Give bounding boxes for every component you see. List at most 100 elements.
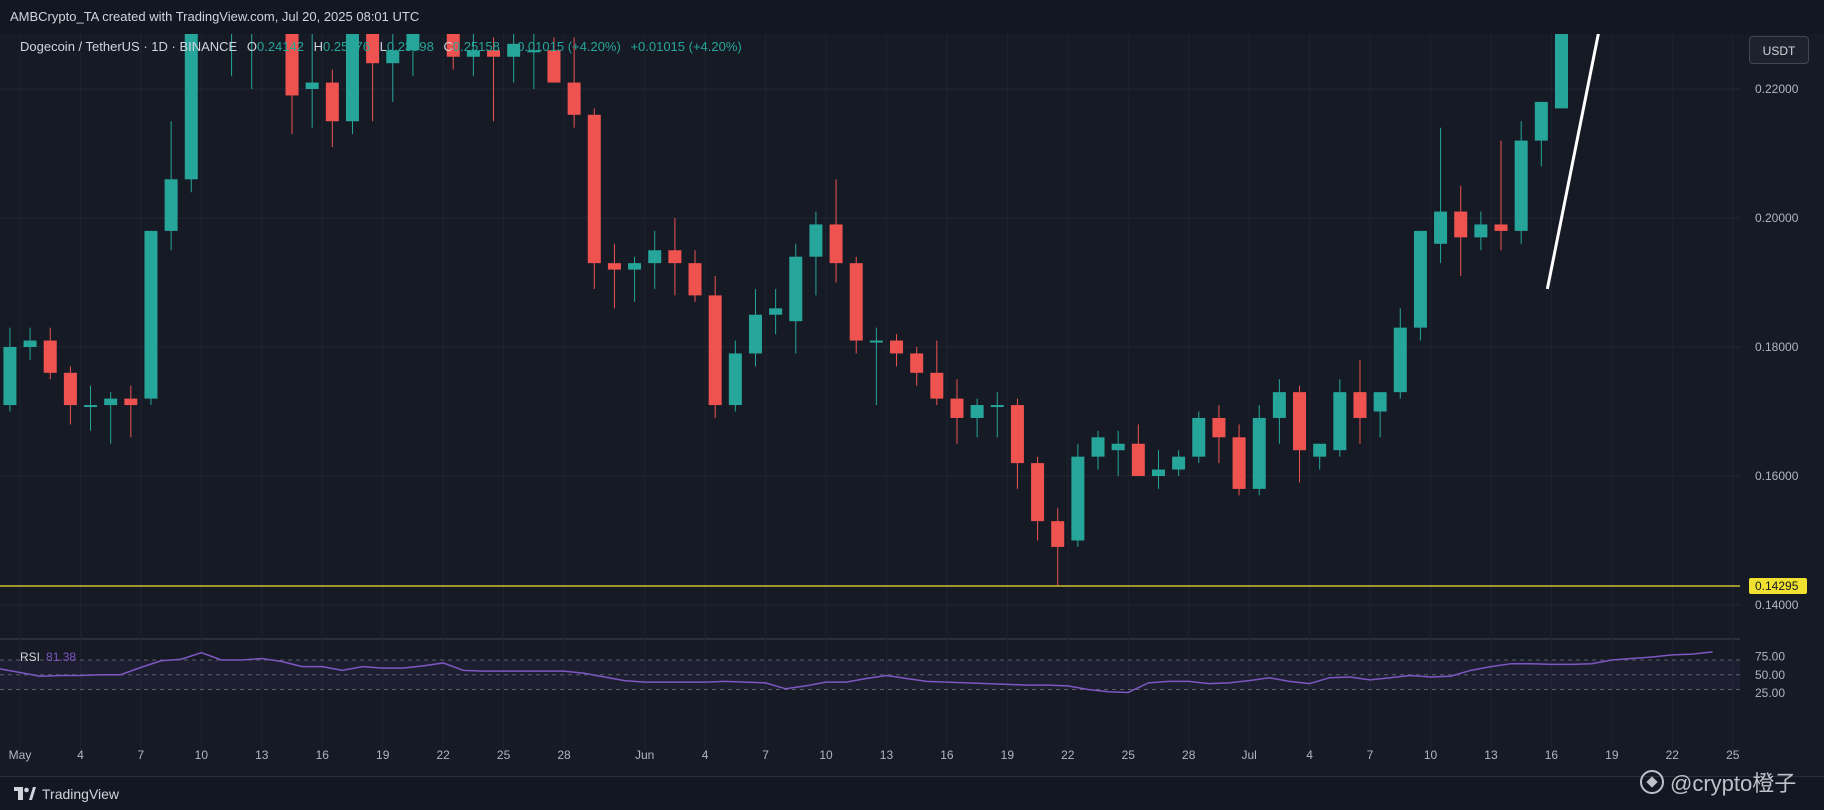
candle-body <box>1514 140 1528 231</box>
low-label: L <box>379 39 387 54</box>
tradingview-label: TradingView <box>42 786 120 802</box>
price-tick-label: 0.20000 <box>1755 211 1799 225</box>
time-tick-label: 25 <box>497 748 511 762</box>
time-tick-label: 10 <box>819 748 833 762</box>
candle-body <box>567 82 581 115</box>
candle-body <box>688 263 702 296</box>
time-tick-label: 4 <box>1306 748 1313 762</box>
time-tick-label: 22 <box>1061 748 1075 762</box>
candle-body <box>1494 224 1508 231</box>
candle-body <box>607 263 621 270</box>
time-tick-label: 22 <box>1666 748 1680 762</box>
candle-body <box>950 398 964 418</box>
candle-body <box>1333 392 1347 451</box>
chart-attribution: AMBCrypto_TA created with TradingView.co… <box>10 9 420 24</box>
candle-body <box>124 398 138 406</box>
high-value: 0.25776 <box>323 39 370 54</box>
candle-body <box>587 114 601 264</box>
open-label: O <box>246 39 257 54</box>
candle-body <box>628 263 642 270</box>
candle-body <box>3 347 17 406</box>
time-tick-label: 13 <box>880 748 894 762</box>
close-value: 0.25158 <box>452 39 500 54</box>
candle-body <box>1413 230 1427 328</box>
candle-body <box>1474 224 1488 238</box>
candle-body <box>1454 211 1468 238</box>
candle-body <box>1091 437 1105 457</box>
time-tick-label: 10 <box>195 748 209 762</box>
currency-button[interactable]: USDT <box>1749 36 1809 64</box>
candle-body <box>1010 405 1024 464</box>
rsi-pane <box>0 640 1740 750</box>
candle-body <box>829 224 843 264</box>
candle-body <box>63 372 77 406</box>
change-value-secondary: +0.01015 (+4.20%) <box>630 39 742 54</box>
candle-body <box>547 50 561 83</box>
candle-body <box>164 179 178 231</box>
high-label: H <box>313 39 323 54</box>
candle-body <box>1293 392 1307 451</box>
symbol-name: Dogecoin / TetherUS · 1D · BINANCE <box>20 39 238 54</box>
price-tick-label: 0.22000 <box>1755 82 1799 96</box>
candle-body <box>104 398 118 406</box>
tradingview-brand[interactable]: TradingView <box>14 786 119 802</box>
candle-body <box>849 263 863 341</box>
time-tick-label: Jul <box>1241 748 1256 762</box>
level-price-label: 0.14295 <box>1755 579 1799 593</box>
time-tick-label: 4 <box>77 748 84 762</box>
time-tick-label: 7 <box>1367 748 1374 762</box>
candle-body <box>23 340 37 347</box>
time-tick-label: Jun <box>635 748 654 762</box>
candle-body <box>144 230 158 399</box>
candle-body <box>809 224 823 257</box>
candle-body <box>1313 443 1327 457</box>
time-tick-label: 16 <box>316 748 330 762</box>
candle-body <box>1373 392 1387 412</box>
symbol-legend: Dogecoin / TetherUS · 1D · BINANCE O0.24… <box>20 39 742 54</box>
candle-body <box>84 405 98 408</box>
chart-canvas[interactable]: 0.280000.260000.240000.220000.200000.180… <box>0 34 1824 776</box>
time-tick-label: 28 <box>1182 748 1196 762</box>
time-tick-label: 25 <box>1726 748 1740 762</box>
candle-body <box>910 353 924 373</box>
candle-body <box>1554 34 1568 109</box>
candle-body <box>1434 211 1448 244</box>
time-tick-label: 19 <box>1001 748 1015 762</box>
candle-body <box>648 250 662 264</box>
candle-body <box>1031 463 1045 522</box>
time-tick-label: 19 <box>1605 748 1619 762</box>
open-value: 0.24142 <box>256 39 304 54</box>
candle-body <box>1151 469 1165 476</box>
candle-body <box>708 295 722 406</box>
close-label: C <box>443 39 453 54</box>
candle-body <box>1051 521 1065 547</box>
candle-body <box>184 34 198 180</box>
candle-body <box>1534 101 1548 141</box>
candle-body <box>990 405 1004 408</box>
candle-body <box>1111 443 1125 451</box>
candle-body <box>890 340 904 354</box>
binance-square-icon <box>1640 770 1664 794</box>
price-tick-label: 0.18000 <box>1755 340 1799 354</box>
price-tick-label: 0.14000 <box>1755 598 1799 612</box>
low-value: 0.23998 <box>386 39 434 54</box>
rsi-tick-label: 25.00 <box>1755 686 1785 700</box>
time-tick-label: 16 <box>1545 748 1559 762</box>
candle-body <box>789 256 803 322</box>
time-tick-label: 19 <box>376 748 390 762</box>
candle-body <box>1212 417 1226 438</box>
rsi-tick-label: 50.00 <box>1755 668 1785 682</box>
candle-body <box>1172 456 1186 470</box>
candle-body <box>1353 392 1367 418</box>
candle-body <box>1252 417 1266 489</box>
watermark: @crypto橙子 <box>1640 766 1796 798</box>
candle-body <box>728 353 742 406</box>
candle-body <box>869 340 883 343</box>
price-pane <box>0 34 1740 638</box>
candle-body <box>1393 327 1407 393</box>
candle-body <box>1131 443 1145 476</box>
time-tick-label: 16 <box>940 748 954 762</box>
candle-body <box>1272 392 1286 418</box>
candle-body <box>1071 456 1085 541</box>
candle-body <box>43 340 57 373</box>
